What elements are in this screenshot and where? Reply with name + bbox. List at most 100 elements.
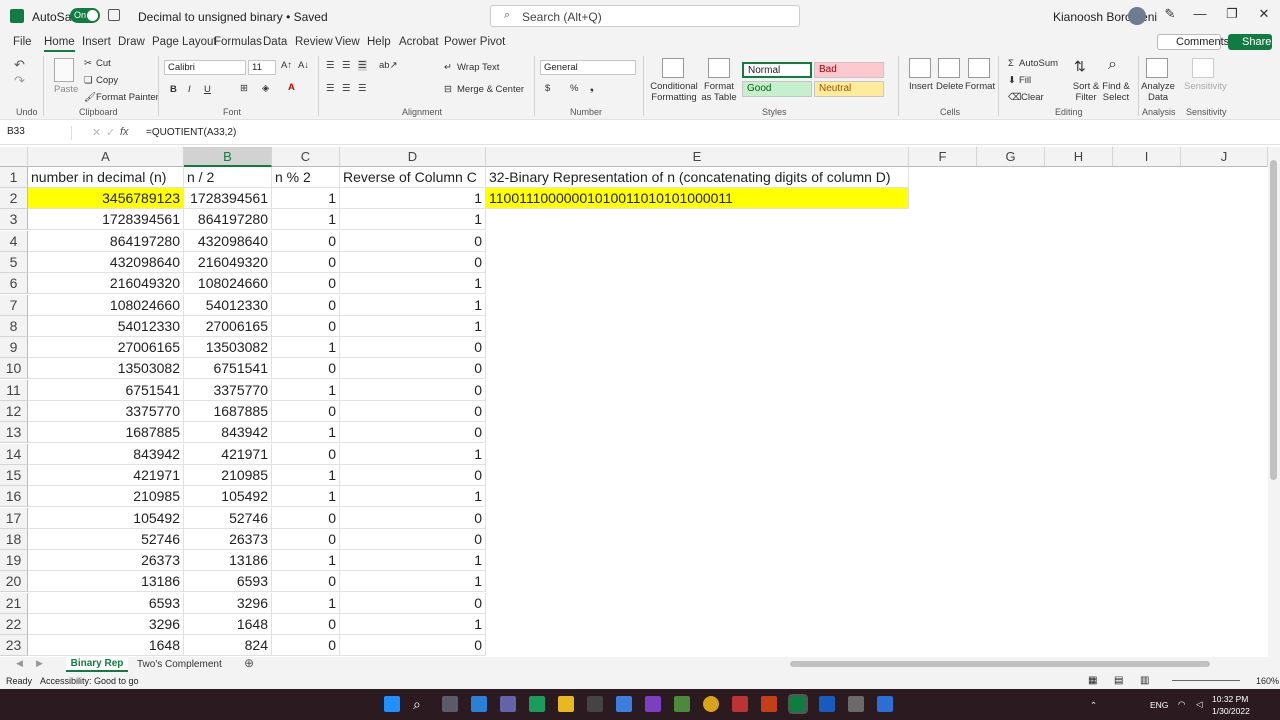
column-header-j[interactable]: J (1181, 147, 1268, 167)
number-format-select[interactable]: General (540, 60, 636, 75)
tray-chevron-icon[interactable]: ⌃ (1090, 700, 1097, 711)
cell-b[interactable]: 432098640 (184, 230, 272, 252)
tab-view[interactable]: View (335, 36, 360, 48)
row-header[interactable]: 21 (0, 592, 28, 614)
underline-icon[interactable]: U (204, 84, 211, 95)
header-cell-c[interactable]: n % 2 (272, 167, 340, 188)
tab-home[interactable]: Home (44, 36, 75, 53)
excel-taskbar-icon[interactable] (788, 694, 808, 714)
cell-d[interactable]: 1 (340, 209, 486, 231)
copy-icon[interactable]: ❏ (84, 75, 93, 86)
merge-center-button[interactable]: Merge & Center (457, 84, 524, 95)
analyze-data-icon[interactable] (1146, 58, 1168, 78)
cell-c[interactable]: 0 (272, 635, 340, 657)
page-break-view-icon[interactable]: ▥ (1140, 675, 1149, 686)
style-neutral[interactable]: Neutral (814, 81, 884, 97)
wrap-text-icon[interactable]: ↵ (444, 62, 452, 73)
analyze-data-button[interactable]: Analyze Data (1140, 81, 1176, 103)
autosum-button[interactable]: AutoSum (1019, 58, 1058, 69)
horizontal-scroll-thumb[interactable] (790, 661, 1210, 667)
snip-icon[interactable] (732, 696, 748, 712)
cancel-icon[interactable]: ✕ (92, 126, 101, 139)
cell-a[interactable]: 864197280 (28, 230, 184, 252)
clear-icon[interactable]: ⌫ (1008, 92, 1021, 103)
cell-a[interactable]: 52746 (28, 528, 184, 550)
zoom-app-icon[interactable] (877, 696, 893, 712)
cell-b[interactable]: 3296 (184, 592, 272, 614)
wifi-icon[interactable]: ◠ (1178, 699, 1185, 710)
cell-c[interactable]: 1 (272, 486, 340, 508)
row-header[interactable]: 4 (0, 230, 28, 252)
cell-a[interactable]: 27006165 (28, 337, 184, 359)
cell-d[interactable]: 0 (340, 464, 486, 486)
cell-b[interactable]: 210985 (184, 464, 272, 486)
cell-d[interactable]: 0 (340, 635, 486, 657)
enter-icon[interactable]: ✓ (106, 126, 115, 139)
format-as-table-button[interactable]: Format as Table (700, 81, 738, 103)
cut-button[interactable]: Cut (96, 58, 111, 69)
cell-d[interactable]: 0 (340, 230, 486, 252)
copy-button[interactable]: Copy (96, 75, 118, 86)
column-header-i[interactable]: I (1113, 147, 1181, 167)
cell-b[interactable]: 26373 (184, 528, 272, 550)
powerpoint-icon[interactable] (761, 696, 777, 712)
tab-help[interactable]: Help (367, 36, 391, 48)
format-cells-icon[interactable] (968, 58, 990, 78)
autosum-icon[interactable]: Σ (1008, 58, 1014, 69)
cell-c[interactable]: 1 (272, 188, 340, 209)
column-header-g[interactable]: G (977, 147, 1045, 167)
cell-c[interactable]: 0 (272, 528, 340, 550)
cell-d[interactable]: 1 (340, 443, 486, 465)
clock-date[interactable]: 1/30/2022 (1212, 706, 1250, 716)
cell-d[interactable]: 0 (340, 592, 486, 614)
clear-button[interactable]: Clear (1021, 92, 1044, 103)
cell-a[interactable]: 843942 (28, 443, 184, 465)
maximize-icon[interactable]: ❐ (1222, 6, 1242, 26)
row-header[interactable]: 1 (0, 167, 28, 188)
calculator-icon[interactable] (848, 696, 864, 712)
insert-cells-button[interactable]: Insert (909, 81, 933, 92)
format-as-table-icon[interactable] (708, 58, 730, 78)
close-icon[interactable]: ✕ (1254, 6, 1274, 26)
widgets-icon[interactable] (471, 696, 487, 712)
column-header-c[interactable]: C (272, 147, 340, 167)
cell-b[interactable]: 27006165 (184, 315, 272, 337)
cell-d[interactable]: 1 (340, 273, 486, 295)
row-header[interactable]: 20 (0, 571, 28, 593)
cell-a[interactable]: 1728394561 (28, 209, 184, 231)
cell-b[interactable]: 843942 (184, 422, 272, 444)
column-header-h[interactable]: H (1045, 147, 1113, 167)
cell-d[interactable]: 0 (340, 528, 486, 550)
cell-c[interactable]: 0 (272, 571, 340, 593)
bold-icon[interactable]: B (170, 84, 177, 95)
column-header-f[interactable]: F (909, 147, 977, 167)
cell-c[interactable]: 1 (272, 379, 340, 401)
cell-c[interactable]: 0 (272, 507, 340, 529)
name-box[interactable]: B33 (4, 126, 72, 140)
row-header[interactable]: 3 (0, 209, 28, 231)
cell-d[interactable]: 0 (340, 422, 486, 444)
cell-a[interactable]: 26373 (28, 550, 184, 572)
add-sheet-icon[interactable]: ⊕ (244, 656, 254, 670)
cell-c[interactable]: 0 (272, 443, 340, 465)
row-header[interactable]: 5 (0, 251, 28, 273)
cell-b[interactable]: 1687885 (184, 401, 272, 422)
tab-power-pivot[interactable]: Power Pivot (444, 36, 505, 48)
vertical-scroll-thumb[interactable] (1270, 160, 1277, 480)
tab-page-layout[interactable]: Page Layout (152, 36, 217, 48)
header-cell-b[interactable]: n / 2 (184, 167, 272, 188)
align-bottom-icon[interactable]: ☰ (358, 60, 367, 71)
currency-icon[interactable]: $ (545, 83, 550, 94)
cell-a[interactable]: 1648 (28, 635, 184, 657)
teams-icon[interactable] (500, 696, 516, 712)
cell-c[interactable]: 1 (272, 592, 340, 614)
file-explorer-icon[interactable] (558, 696, 574, 712)
save-icon[interactable] (108, 9, 120, 21)
tab-draw[interactable]: Draw (118, 36, 145, 48)
format-cells-button[interactable]: Format (965, 81, 995, 92)
align-right-icon[interactable]: ☰ (358, 83, 367, 94)
wrap-text-button[interactable]: Wrap Text (457, 62, 499, 73)
cell-d[interactable]: 1 (340, 571, 486, 593)
format-painter-button[interactable]: Format Painter (96, 92, 159, 103)
comments-button[interactable]: Comments (1157, 34, 1229, 50)
